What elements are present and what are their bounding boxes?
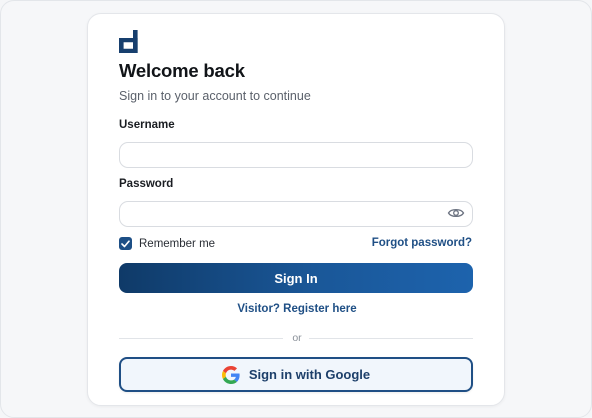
eye-icon[interactable] bbox=[447, 206, 465, 220]
page-title: Welcome back bbox=[119, 60, 245, 81]
page-subtitle: Sign in to your account to continue bbox=[119, 89, 311, 103]
check-icon bbox=[121, 239, 130, 247]
login-card: Welcome back Sign in to your account to … bbox=[87, 13, 505, 406]
sign-in-button[interactable]: Sign In bbox=[119, 263, 473, 293]
checkbox-box[interactable] bbox=[119, 237, 132, 250]
username-input[interactable] bbox=[119, 142, 473, 168]
google-icon bbox=[221, 365, 240, 384]
password-label: Password bbox=[119, 178, 174, 190]
username-label: Username bbox=[119, 119, 175, 131]
google-button-label: Sign in with Google bbox=[248, 367, 371, 382]
forgot-password-link[interactable]: Forgot password? bbox=[372, 237, 472, 249]
password-input[interactable] bbox=[119, 201, 473, 227]
remember-me-label: Remember me bbox=[139, 237, 216, 250]
divider-right bbox=[309, 338, 473, 339]
register-link[interactable]: Visitor? Register here bbox=[88, 303, 506, 315]
remember-me-checkbox[interactable]: Remember me bbox=[119, 237, 215, 250]
brand-d-logo-icon bbox=[119, 30, 138, 53]
sign-in-with-google-button[interactable]: Sign in with Google bbox=[119, 357, 473, 392]
